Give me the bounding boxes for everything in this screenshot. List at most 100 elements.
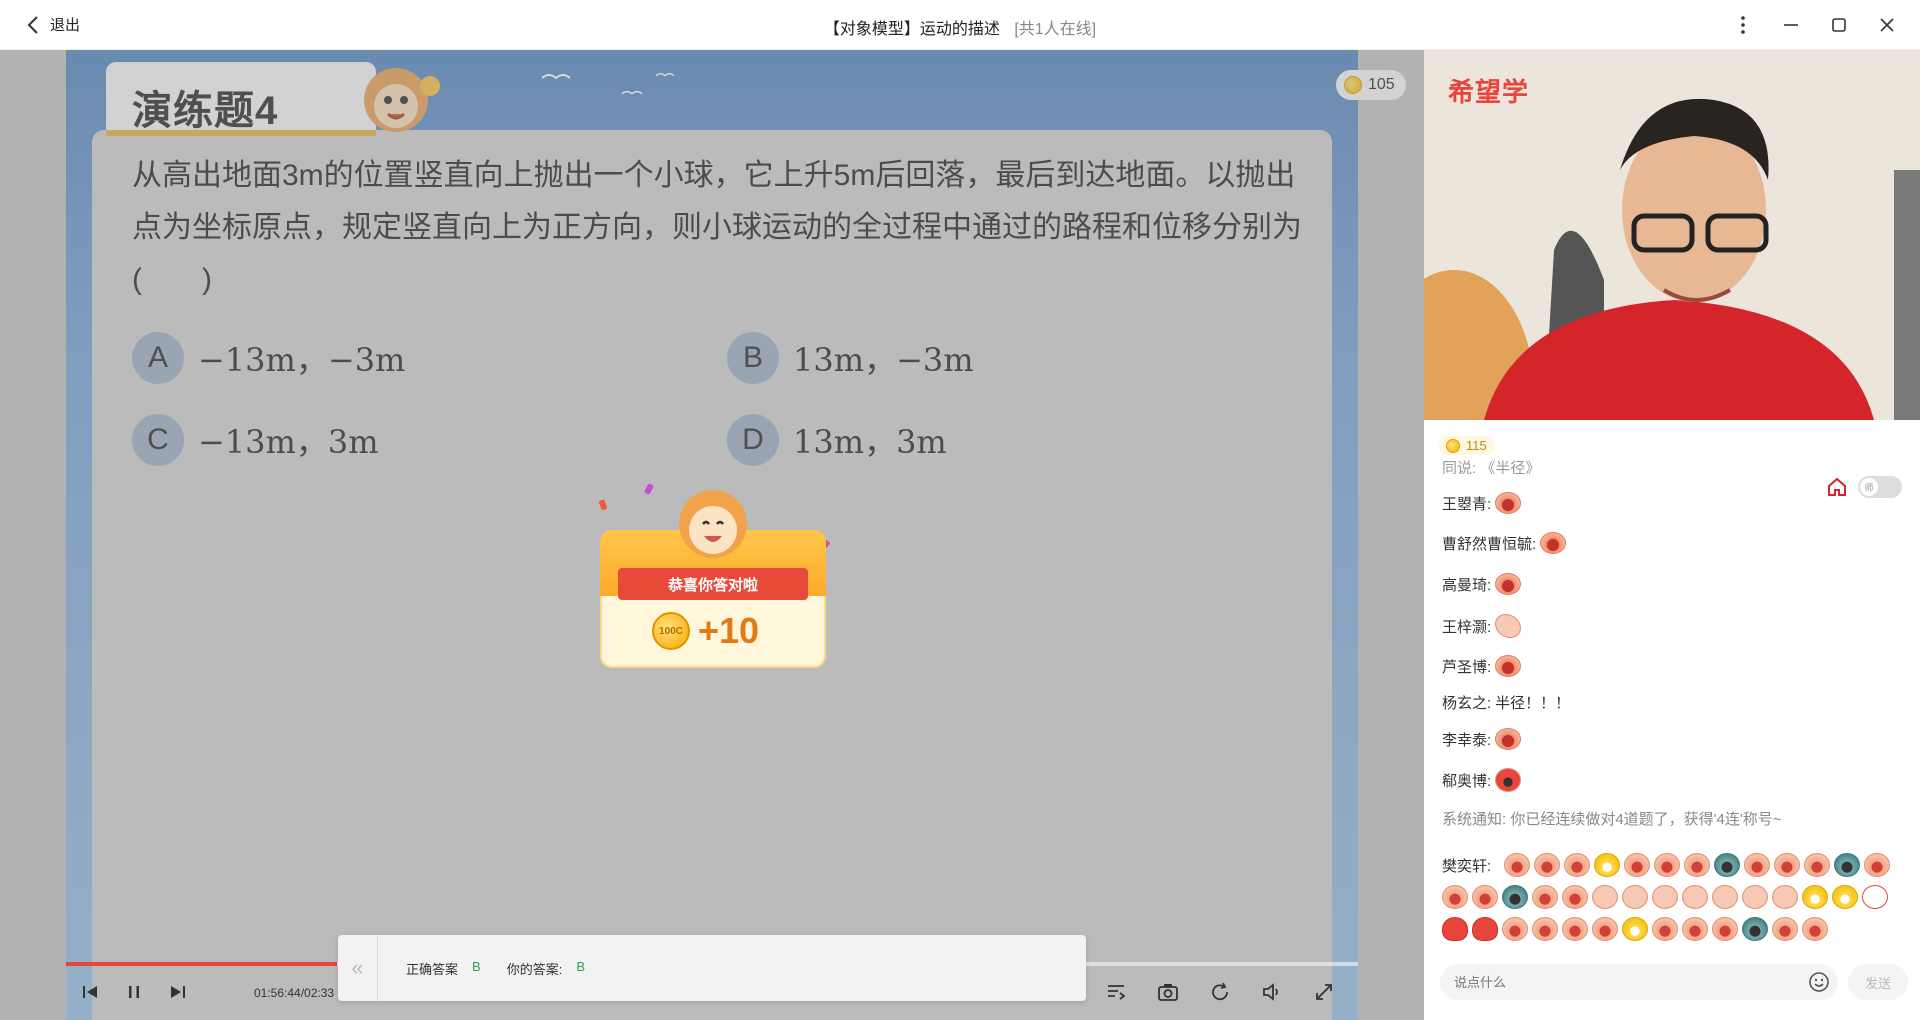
option-a[interactable]: A −13m，−3m: [132, 332, 405, 384]
gray-monkey-emoji-icon: [1834, 853, 1860, 877]
emoji-burst-row: [1442, 917, 1828, 941]
laugh-emoji-icon: [1502, 917, 1528, 941]
option-b[interactable]: B 13m，−3m: [727, 332, 974, 384]
emoji-burst-row: [1504, 853, 1890, 877]
reward-amount: 100C +10: [652, 610, 759, 652]
coin-count: 105: [1368, 76, 1395, 93]
coin-badge: 105: [1336, 70, 1406, 100]
camera-icon[interactable]: [1156, 980, 1180, 1004]
laugh-emoji-icon: [1864, 853, 1890, 877]
laugh-emoji-icon: [1744, 853, 1770, 877]
option-c[interactable]: C −13m，3m: [132, 414, 379, 466]
system-notice: 系统通知: 你已经连续做对4道题了，获得'4连'称号~: [1442, 808, 1782, 829]
chat-message: 芦圣博:: [1442, 655, 1522, 677]
laugh-emoji-icon: [1534, 853, 1560, 877]
hand-emoji-icon: [1742, 885, 1768, 909]
your-answer-label: 你的答案:: [506, 962, 563, 977]
king-emoji-icon: [1495, 768, 1522, 792]
laugh-emoji-icon: [1624, 853, 1650, 877]
hand-emoji-icon: [1592, 885, 1618, 909]
brand-logo: 希望学: [1448, 77, 1530, 107]
chat-user: 王梓灏:: [1442, 618, 1492, 636]
bird-decoration: [542, 74, 570, 80]
coin-balance-value: 115: [1466, 438, 1487, 453]
chat-message: 王梓灏:: [1442, 614, 1522, 638]
laugh-emoji-icon: [1682, 917, 1708, 941]
laugh-emoji-icon: [1652, 917, 1678, 941]
chat-user: 芦圣博:: [1442, 658, 1492, 676]
sticker-emoji-icon: [1832, 885, 1858, 909]
hand-emoji-icon: [1622, 885, 1648, 909]
coin-balance: 115: [1438, 436, 1495, 455]
laugh-emoji-icon: [1532, 885, 1558, 909]
more-icon[interactable]: [1726, 12, 1760, 38]
chat-user: 樊奕轩:: [1442, 858, 1492, 875]
pause-icon[interactable]: [122, 980, 146, 1004]
correct-answer-value: B: [472, 959, 481, 974]
cool-emoji-icon: [1594, 853, 1620, 877]
playlist-icon[interactable]: [1104, 980, 1128, 1004]
emoji-burst-row: [1442, 885, 1888, 909]
chat-input[interactable]: [1454, 964, 1784, 1000]
system-notice-text: 系统通知: 你已经连续做对4道题了，获得'4连'称号~: [1442, 811, 1782, 828]
heart-emoji-icon: [1472, 917, 1498, 941]
emoji-picker-icon[interactable]: [1808, 971, 1830, 993]
hundred-emoji-icon: [1802, 885, 1828, 909]
chat-user: 李幸泰:: [1442, 731, 1492, 749]
playback-time: 01:56:44/02:33: [254, 986, 335, 1000]
chat-user: 杨玄之:: [1442, 695, 1492, 712]
teacher-only-toggle[interactable]: 师: [1858, 476, 1902, 498]
chat-message: 杨玄之: 半径！！！: [1442, 692, 1570, 713]
refresh-icon[interactable]: [1208, 980, 1232, 1004]
laugh-emoji-icon: [1564, 853, 1590, 877]
laugh-emoji-icon: [1495, 492, 1522, 514]
fullscreen-icon[interactable]: [1312, 980, 1336, 1004]
maximize-icon[interactable]: [1822, 12, 1856, 38]
chat-message: 高曼琦:: [1442, 573, 1522, 595]
coin-icon: [1446, 438, 1460, 453]
monkey-mascot-icon: [364, 68, 440, 132]
courseware-area: 演练题4 105 从高出地面3m的位置竖直向上抛出一个小球，它上升5m后回落，最…: [0, 50, 1424, 1020]
skip-back-icon[interactable]: [78, 980, 102, 1004]
option-letter: C: [132, 414, 184, 466]
home-icon[interactable]: [1826, 476, 1848, 498]
question-text: 从高出地面3m的位置竖直向上抛出一个小球，它上升5m后回落，最后到达地面。以抛出…: [132, 159, 1302, 296]
volume-icon[interactable]: [1260, 980, 1284, 1004]
laugh-emoji-icon: [1592, 917, 1618, 941]
laugh-emoji-icon: [1495, 655, 1522, 677]
chat-message: 王曌青:: [1442, 492, 1522, 514]
collapse-answer-button[interactable]: «: [338, 935, 378, 1001]
monkey-mascot-icon: [679, 490, 747, 558]
title-bar: 退出 【对象模型】运动的描述 [共1人在线]: [0, 0, 1920, 50]
reward-popup: 恭喜你答对啦 100C +10: [598, 480, 831, 668]
laugh-emoji-icon: [1804, 853, 1830, 877]
chat-user: 高曼琦:: [1442, 576, 1492, 594]
coin-icon: [1344, 76, 1362, 94]
laugh-emoji-icon: [1684, 853, 1710, 877]
option-letter: A: [132, 332, 184, 384]
send-button[interactable]: 发送: [1848, 964, 1908, 1000]
laugh-emoji-icon: [1802, 917, 1828, 941]
skip-forward-icon[interactable]: [166, 980, 190, 1004]
hand-emoji-icon: [1772, 885, 1798, 909]
option-d[interactable]: D 13m，3m: [727, 414, 947, 466]
laugh-emoji-icon: [1562, 885, 1588, 909]
confetti-decoration: [598, 499, 608, 511]
option-text: −13m，−3m: [198, 341, 406, 379]
hand-emoji-icon: [1712, 885, 1738, 909]
laugh-emoji-icon: [1495, 728, 1522, 750]
window-controls: [1726, 12, 1904, 38]
coin-icon: 100C: [652, 612, 690, 650]
option-text: −13m，3m: [198, 423, 379, 461]
laugh-emoji-icon: [1532, 917, 1558, 941]
minimize-icon[interactable]: [1774, 12, 1808, 38]
option-letter: D: [727, 414, 779, 466]
correct-answer-label: 正确答案: [406, 962, 459, 977]
laugh-emoji-icon: [1774, 853, 1800, 877]
close-icon[interactable]: [1870, 12, 1904, 38]
gray-monkey-emoji-icon: [1502, 885, 1528, 909]
answer-row: 正确答案 B 你的答案: B: [406, 959, 597, 978]
chat-message: 同说: 《半径》: [1442, 460, 1540, 474]
answer-panel: « 正确答案 B 你的答案: B: [338, 935, 1086, 1001]
option-text: 13m，3m: [793, 423, 947, 461]
